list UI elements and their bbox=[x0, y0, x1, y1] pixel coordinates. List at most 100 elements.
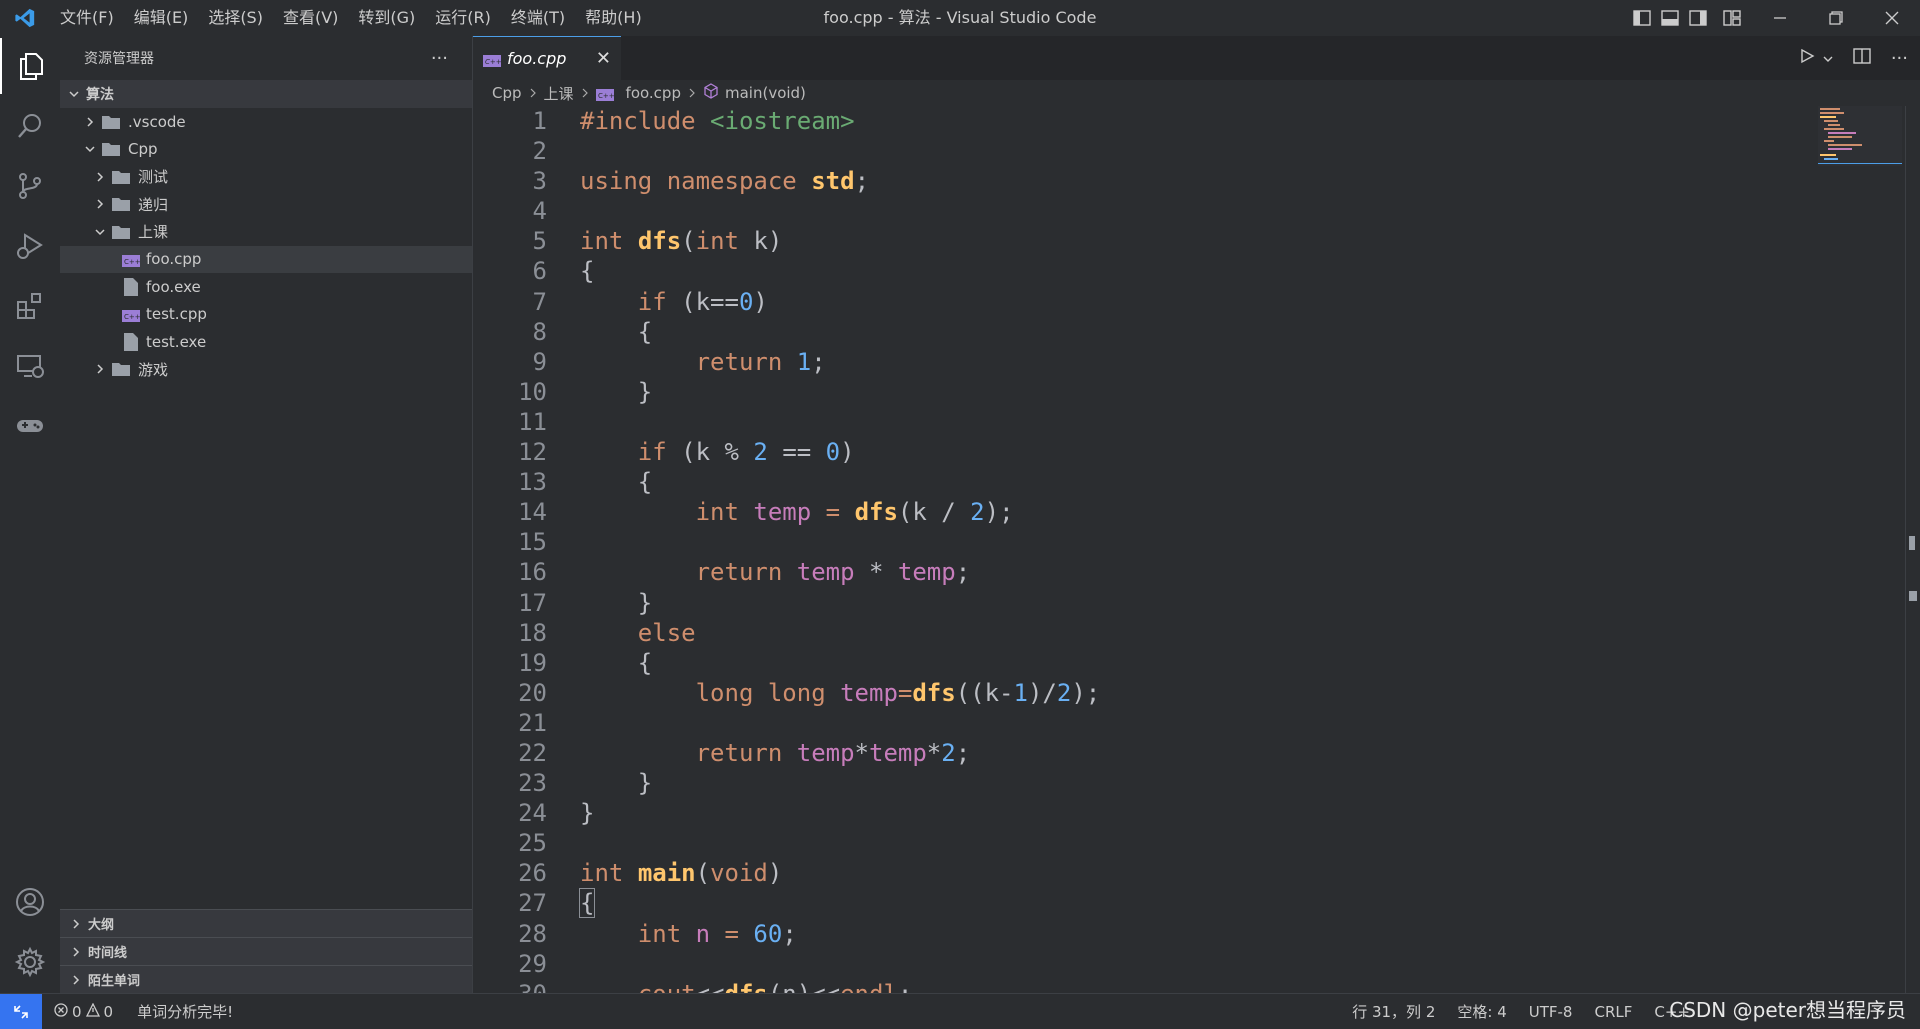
activity-bar bbox=[0, 36, 61, 993]
line-ending[interactable]: CRLF bbox=[1594, 1003, 1632, 1021]
menu-run[interactable]: 运行(R) bbox=[425, 0, 501, 36]
more-actions-icon[interactable]: ··· bbox=[431, 48, 448, 69]
breadcrumb-folder[interactable]: Cpp bbox=[492, 84, 522, 102]
line-number: 5 bbox=[532, 227, 547, 256]
tree-file-test-cpp[interactable]: C++ test.cpp bbox=[60, 301, 472, 329]
search-icon[interactable] bbox=[0, 98, 60, 154]
restore-icon[interactable] bbox=[1808, 0, 1864, 36]
problems-indicator[interactable]: 0 0 bbox=[54, 1002, 113, 1021]
line-content: } bbox=[637, 377, 653, 406]
split-editor-icon[interactable] bbox=[1853, 48, 1871, 68]
svg-text:C++: C++ bbox=[124, 313, 140, 321]
timeline-panel-header[interactable]: 时间线 bbox=[60, 937, 472, 965]
vertical-scrollbar[interactable] bbox=[1905, 106, 1920, 993]
line-content: return 1; bbox=[695, 347, 826, 376]
menu-edit[interactable]: 编辑(E) bbox=[124, 0, 199, 36]
chevron-right-icon bbox=[82, 114, 98, 130]
line-number: 2 bbox=[532, 137, 547, 166]
source-control-icon[interactable] bbox=[0, 158, 60, 214]
account-icon[interactable] bbox=[0, 874, 60, 930]
panel-label: 时间线 bbox=[88, 946, 128, 961]
line-number: 19 bbox=[518, 648, 547, 677]
toggle-panel-icon[interactable] bbox=[1656, 0, 1684, 36]
chevron-right-icon bbox=[92, 196, 108, 212]
code-line: 24} bbox=[473, 798, 1920, 828]
line-number: 29 bbox=[518, 949, 547, 978]
line-number: 25 bbox=[518, 829, 547, 858]
gamepad-icon[interactable] bbox=[0, 398, 60, 454]
chevron-down-icon[interactable] bbox=[1823, 49, 1833, 68]
line-number: 18 bbox=[518, 618, 547, 647]
settings-gear-icon[interactable] bbox=[0, 934, 60, 990]
tree-folder-recursion[interactable]: 递归 bbox=[60, 191, 472, 219]
tree-folder-games[interactable]: 游戏 bbox=[60, 356, 472, 384]
folder-icon bbox=[102, 115, 120, 129]
tree-folder-vscode[interactable]: .vscode bbox=[60, 108, 472, 136]
breadcrumb-subfolder[interactable]: 上课 bbox=[544, 83, 574, 104]
line-content: { bbox=[637, 468, 653, 497]
cpp-file-icon: C++ bbox=[483, 50, 501, 68]
menu-help[interactable]: 帮助(H) bbox=[575, 0, 652, 36]
more-actions-icon[interactable]: ··· bbox=[1891, 48, 1908, 69]
line-content: int main(void) bbox=[580, 859, 783, 888]
menu-terminal[interactable]: 终端(T) bbox=[501, 0, 575, 36]
remote-explorer-icon[interactable] bbox=[0, 338, 60, 394]
tree-item-label: 游戏 bbox=[138, 360, 169, 379]
run-icon[interactable] bbox=[1799, 48, 1815, 68]
toggle-secondary-sidebar-icon[interactable] bbox=[1684, 0, 1712, 36]
close-window-icon[interactable] bbox=[1864, 0, 1920, 36]
sidebar-panels: 大纲 时间线 陌生单词 bbox=[60, 909, 472, 993]
menu-go[interactable]: 转到(G) bbox=[348, 0, 425, 36]
chevron-right-icon bbox=[92, 361, 108, 377]
code-line: 17 } bbox=[473, 588, 1920, 618]
line-number: 15 bbox=[518, 528, 547, 557]
explorer-sidebar: 资源管理器 ··· 算法 .vscode Cpp 测试 递归 上课 C++ fo… bbox=[60, 36, 473, 993]
error-icon bbox=[54, 1002, 68, 1021]
minimap[interactable] bbox=[1818, 106, 1902, 166]
outline-panel-header[interactable]: 大纲 bbox=[60, 909, 472, 937]
code-line: 14 int temp = dfs(k / 2); bbox=[473, 497, 1920, 527]
tree-file-foo-cpp[interactable]: C++ foo.cpp bbox=[60, 245, 472, 273]
code-line: 21 bbox=[473, 708, 1920, 738]
breadcrumb-symbol[interactable]: main(void) bbox=[725, 84, 806, 102]
line-content: if (k==0) bbox=[637, 287, 768, 316]
tree-folder-cpp[interactable]: Cpp bbox=[60, 136, 472, 164]
line-content bbox=[547, 527, 580, 557]
code-line: 18 else bbox=[473, 618, 1920, 648]
run-debug-icon[interactable] bbox=[0, 218, 60, 274]
tree-file-foo-exe[interactable]: foo.exe bbox=[60, 273, 472, 301]
line-number: 28 bbox=[518, 919, 547, 948]
unknown-words-panel-header[interactable]: 陌生单词 bbox=[60, 965, 472, 993]
menu-selection[interactable]: 选择(S) bbox=[198, 0, 273, 36]
tree-folder-test[interactable]: 测试 bbox=[60, 163, 472, 191]
chevron-right-icon bbox=[92, 169, 108, 185]
explorer-title: 资源管理器 bbox=[84, 51, 154, 67]
minimize-icon[interactable] bbox=[1752, 0, 1808, 36]
close-tab-icon[interactable]: ✕ bbox=[596, 48, 611, 69]
panel-label: 陌生单词 bbox=[88, 974, 141, 989]
symbol-method-icon bbox=[703, 83, 719, 103]
workspace-root[interactable]: 算法 bbox=[60, 80, 472, 108]
code-editor[interactable]: 1 #include <iostream> 2 3 using namespace … bbox=[473, 106, 1920, 993]
menu-view[interactable]: 查看(V) bbox=[273, 0, 348, 36]
explorer-icon[interactable] bbox=[0, 38, 62, 94]
tree-folder-class[interactable]: 上课 bbox=[60, 218, 472, 246]
remote-indicator-icon[interactable] bbox=[0, 994, 42, 1029]
folder-icon bbox=[112, 225, 130, 239]
tree-file-test-exe[interactable]: test.exe bbox=[60, 328, 472, 356]
extensions-icon[interactable] bbox=[0, 278, 60, 334]
customize-layout-icon[interactable] bbox=[1712, 0, 1752, 36]
toggle-primary-sidebar-icon[interactable] bbox=[1628, 0, 1656, 36]
status-message: 单词分析完毕! bbox=[137, 1003, 234, 1021]
line-number: 21 bbox=[518, 708, 547, 737]
breadcrumb-file[interactable]: foo.cpp bbox=[626, 84, 681, 102]
tab-foo-cpp[interactable]: C++ foo.cpp ✕ bbox=[473, 36, 621, 80]
line-number: 23 bbox=[518, 769, 547, 798]
folder-icon bbox=[112, 362, 130, 377]
error-count: 0 bbox=[72, 1002, 82, 1021]
cursor-position[interactable]: 行 31，列 2 bbox=[1352, 1001, 1435, 1022]
encoding[interactable]: UTF-8 bbox=[1529, 1003, 1573, 1021]
code-line: 11 bbox=[473, 407, 1920, 437]
indentation[interactable]: 空格: 4 bbox=[1457, 1001, 1506, 1022]
menu-file[interactable]: 文件(F) bbox=[50, 0, 124, 36]
